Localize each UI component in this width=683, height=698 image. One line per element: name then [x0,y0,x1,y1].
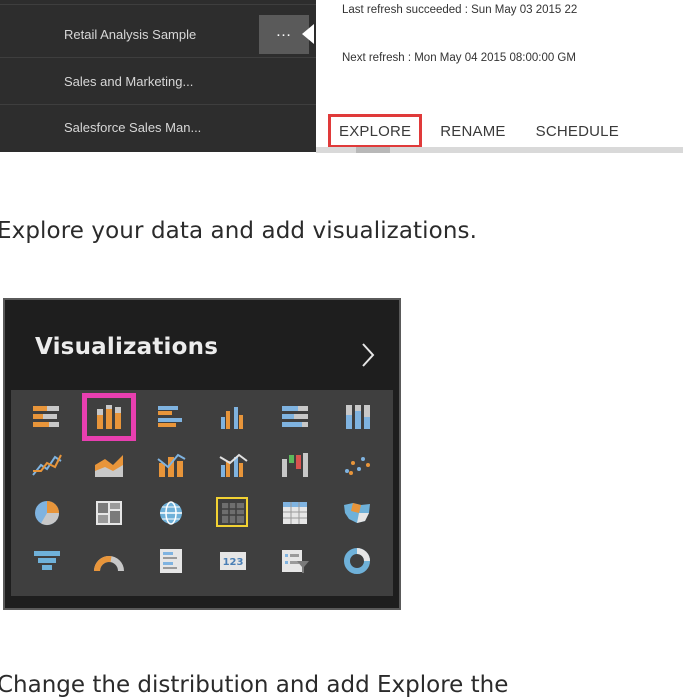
line-chart-icon[interactable] [27,448,67,482]
popup-pointer [302,24,314,44]
cut-off-caption: Change the distribution and add Explore … [0,672,509,698]
visualization-icon-grid: 123 [11,390,393,596]
svg-text:123: 123 [223,557,244,568]
waterfall-chart-icon[interactable] [275,448,315,482]
visualizations-pane: Visualizations 123 [3,298,401,610]
stacked-bar-chart-icon[interactable] [27,400,67,434]
donut-chart-icon[interactable] [337,544,377,578]
line-and-stacked-column-chart-icon[interactable] [151,448,191,482]
pie-chart-icon[interactable] [27,496,67,530]
chevron-right-icon[interactable] [361,342,375,368]
rename-button[interactable]: RENAME [440,123,505,140]
stacked-column-chart-icon[interactable] [82,393,136,441]
popup-edge-marker [356,147,390,153]
dataset-item-retail-analysis-sample[interactable]: Retail Analysis Sample [64,25,196,45]
scatter-chart-icon[interactable] [337,448,377,482]
popup-action-bar: EXPLORE RENAME SCHEDULE [328,112,619,150]
table-icon[interactable] [213,496,253,530]
workspace-screenshot: Retail Analysis Sample Sales and Marketi… [0,0,683,156]
refresh-details-popup: Last refresh succeeded : Sun May 03 2015… [316,0,683,150]
dataset-item-sales-and-marketing[interactable]: Sales and Marketing... [64,72,193,92]
clustered-column-chart-icon[interactable] [213,400,253,434]
100-percent-stacked-column-chart-icon[interactable] [337,400,377,434]
slicer-icon[interactable] [275,544,315,578]
line-and-clustered-column-chart-icon[interactable] [213,448,253,482]
divider [0,4,316,5]
instruction-caption: Explore your data and add visualizations… [0,218,478,244]
filled-map-icon[interactable] [337,496,377,530]
next-refresh-text: Next refresh : Mon May 04 2015 08:00:00 … [342,52,576,64]
map-icon[interactable] [151,496,191,530]
popup-shadow [316,147,683,153]
area-chart-icon[interactable] [89,448,129,482]
card-icon[interactable]: 123 [213,544,253,578]
treemap-icon[interactable] [89,496,129,530]
multi-row-card-icon[interactable] [151,544,191,578]
explore-button[interactable]: EXPLORE [328,114,423,148]
schedule-button[interactable]: SCHEDULE [536,123,619,140]
divider [0,104,316,105]
funnel-icon[interactable] [27,544,67,578]
gauge-icon[interactable] [89,544,129,578]
matrix-icon[interactable] [275,496,315,530]
clustered-bar-chart-icon[interactable] [151,400,191,434]
dataset-item-salesforce-sales-manager[interactable]: Salesforce Sales Man... [64,118,201,138]
visualizations-title: Visualizations [35,334,219,360]
dataset-navigation-pane: Retail Analysis Sample Sales and Marketi… [0,0,316,152]
100-percent-stacked-bar-chart-icon[interactable] [275,400,315,434]
last-refresh-text: Last refresh succeeded : Sun May 03 2015… [342,4,578,16]
divider [0,57,316,58]
ellipsis-icon: … [275,23,293,40]
